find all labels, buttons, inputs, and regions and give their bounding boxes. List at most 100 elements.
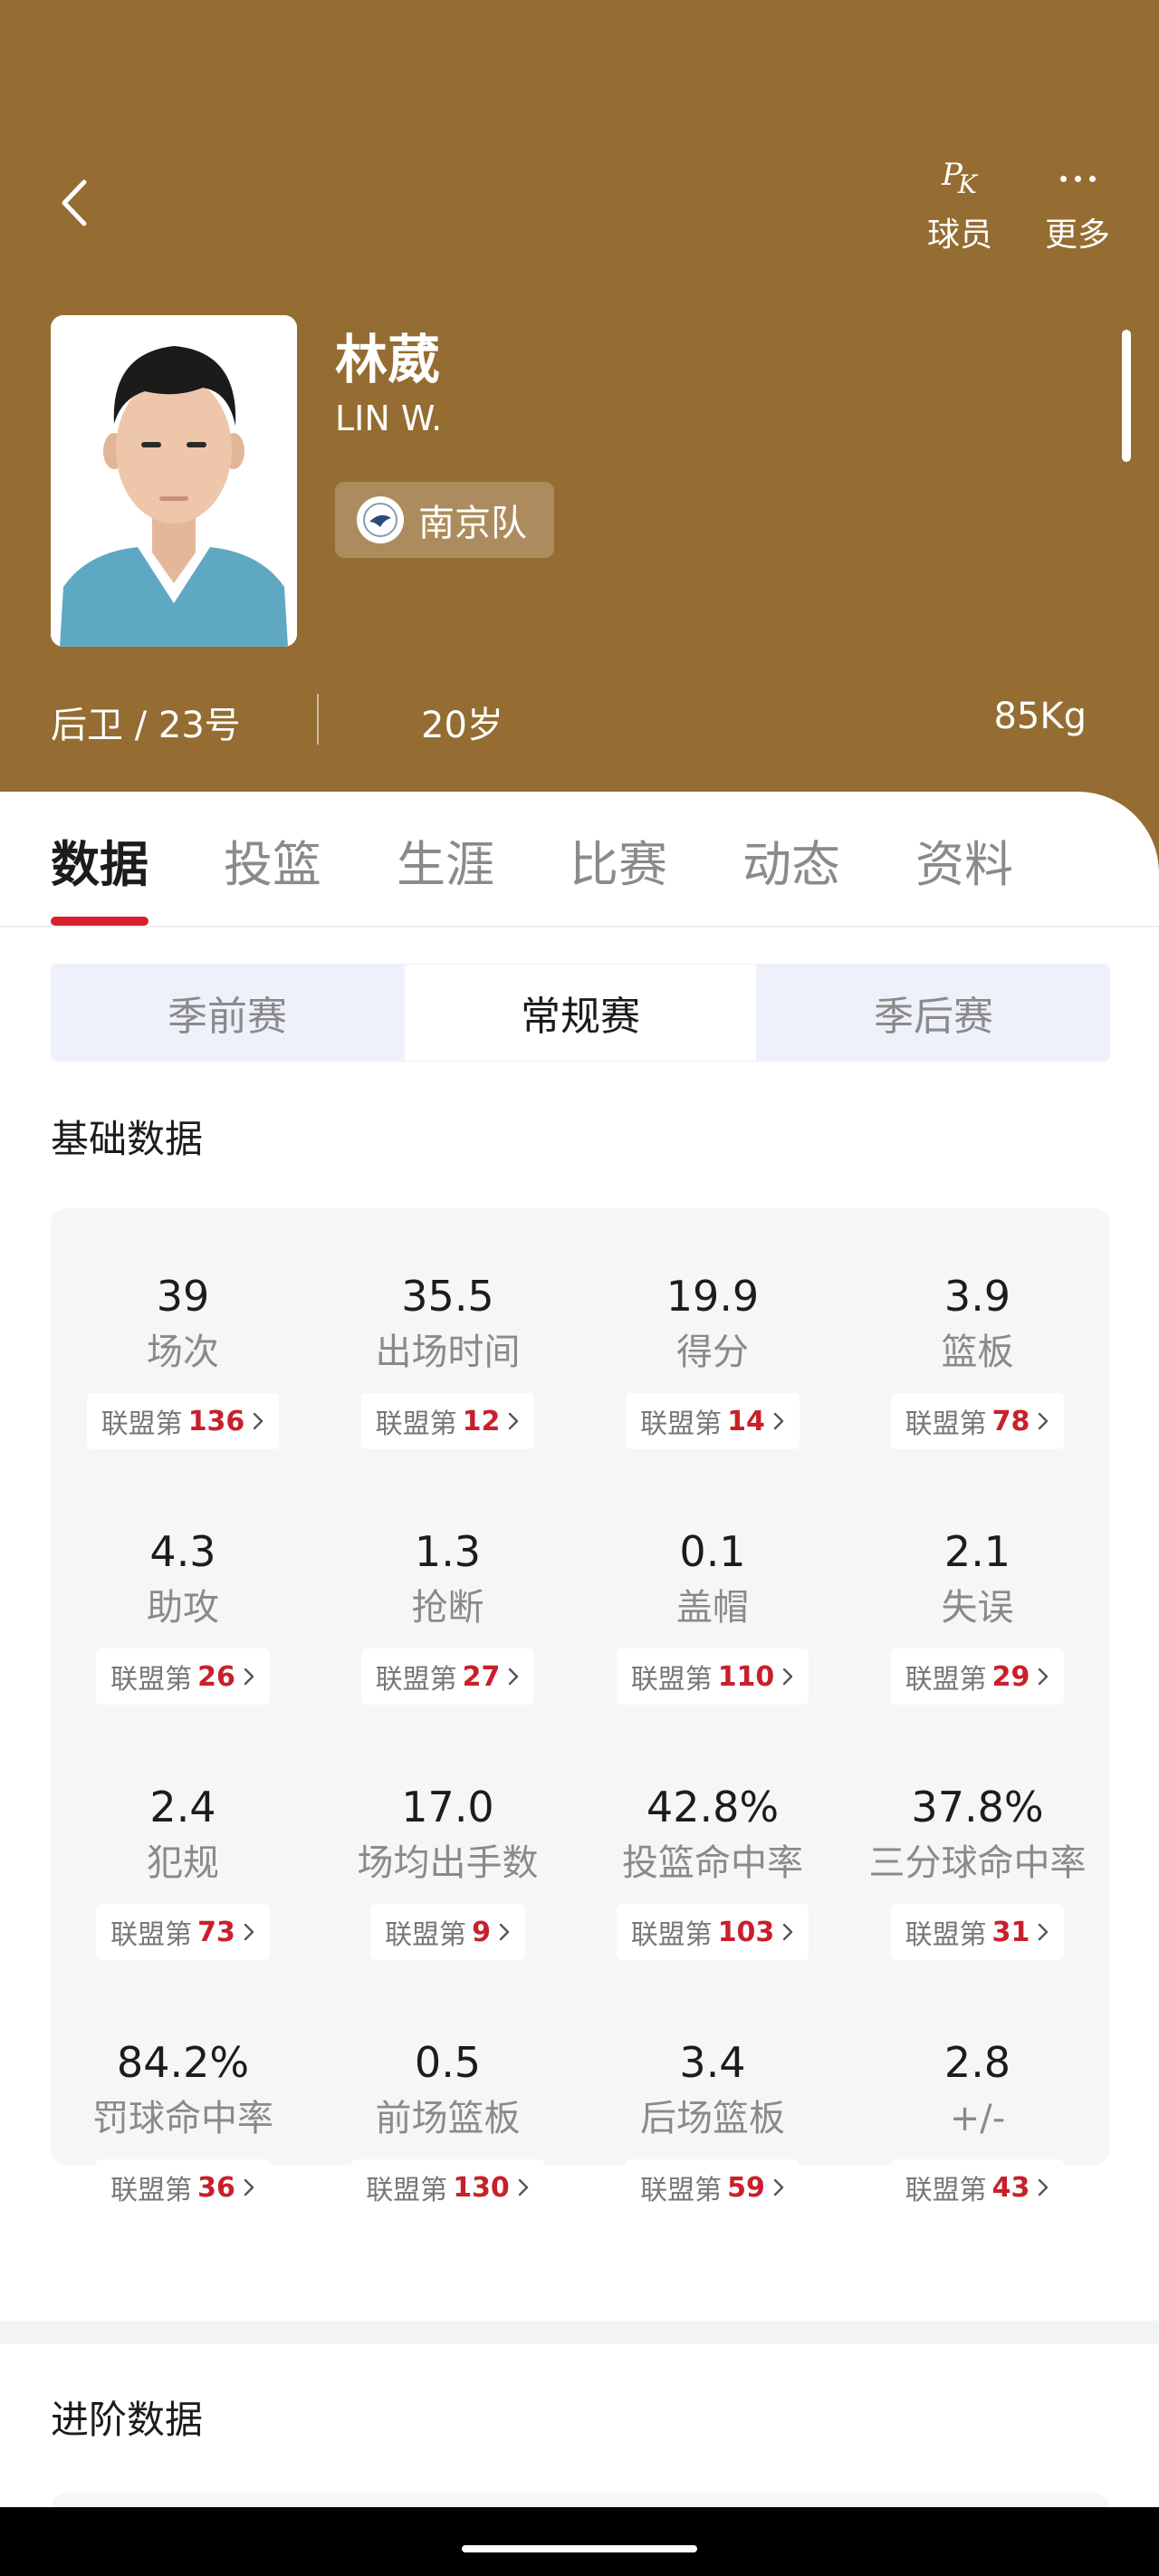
league-rank-number: 36 [197,2171,235,2204]
league-rank-prefix: 联盟第 [375,1664,457,1696]
stat-cell: 0.5 前场篮板联盟第 130 [316,2034,580,2216]
section-separator [0,2321,1159,2344]
stat-value: 0.5 [414,2038,482,2087]
league-rank-button[interactable]: 联盟第 29 [890,1648,1065,1705]
chevron-right-icon [783,1668,793,1686]
segment-preseason[interactable]: 季前赛 [51,964,404,1062]
stat-label: 三分球命中率 [868,1842,1087,1884]
basic-stats-title: 基础数据 [51,1117,204,1161]
league-rank-prefix: 联盟第 [110,1919,193,1951]
stat-value: 35.5 [401,1272,494,1321]
player-name-en: LIN W. [335,399,443,438]
stat-label: 篮板 [941,1331,1014,1373]
team-badge[interactable]: 南京队 [335,482,554,558]
stat-label: 场均出手数 [357,1842,539,1884]
stat-label: 出场时间 [375,1331,521,1373]
league-rank-button[interactable]: 联盟第 43 [890,2159,1065,2216]
stat-label: 前场篮板 [375,2098,521,2139]
league-rank-button[interactable]: 联盟第 73 [96,1904,270,1960]
stat-cell: 1.3 抢断 联盟第 27 [316,1523,580,1705]
stat-value: 84.2% [116,2038,250,2087]
player-avatar [51,315,297,647]
stat-label: 罚球命中率 [92,2098,273,2139]
stat-cell: 2.8 +/- 联盟第 43 [846,2034,1110,2216]
stat-label: 助攻 [147,1587,219,1629]
basic-stats-card: 39 场次 联盟第 136 35.5 出场时间 联盟第 12 19.9 得分 联盟第 14 3.9 篮板联… [51,1208,1110,2216]
player-weight: 85Kg [993,696,1087,737]
tab-data[interactable]: 数据 [51,824,148,896]
stat-cell: 2.4 犯规 联盟第 73 [51,1779,315,1960]
league-rank-button[interactable]: 联盟第 59 [626,2159,800,2216]
pk-label: 球员 [926,216,992,254]
stat-label: 抢断 [411,1587,484,1629]
league-rank-number: 78 [991,1405,1030,1437]
advanced-stats-title: 进阶数据 [51,2398,204,2442]
more-dots-icon [1059,175,1096,182]
league-rank-prefix: 联盟第 [110,2175,193,2206]
league-rank-prefix: 联盟第 [366,2175,448,2206]
league-rank-button[interactable]: 联盟第 27 [360,1648,535,1705]
league-rank-prefix: 联盟第 [905,1664,987,1696]
tab-career[interactable]: 生涯 [397,824,494,896]
league-rank-prefix: 联盟第 [385,1919,467,1951]
league-rank-button[interactable]: 联盟第 36 [96,2159,270,2216]
tab-news[interactable]: 动态 [742,824,840,896]
league-rank-button[interactable]: 联盟第 31 [890,1904,1065,1960]
league-rank-prefix: 联盟第 [375,1408,457,1440]
chevron-right-icon [518,2178,529,2196]
stat-cell: 4.3 助攻联盟第 26 [51,1523,315,1705]
league-rank-prefix: 联盟第 [905,2175,987,2206]
scroll-indicator [1122,330,1131,462]
chevron-right-icon [244,1668,254,1686]
season-type-selector: 季前赛 常规赛 季后赛 [51,964,1110,1062]
stat-cell: 3.4 后场篮板 联盟第 59 [580,2034,845,2216]
chevron-right-icon [509,1668,519,1686]
league-rank-button[interactable]: 联盟第 130 [351,2159,544,2216]
stat-cell: 3.9 篮板 联盟第 78 [846,1268,1110,1449]
player-age: 20岁 [421,705,503,746]
home-indicator[interactable] [462,2545,697,2552]
league-rank-number: 26 [197,1660,235,1693]
league-rank-number: 110 [717,1660,775,1693]
league-rank-button[interactable]: 联盟第 78 [890,1393,1065,1449]
league-rank-button[interactable]: 联盟第 9 [370,1904,525,1960]
stat-cell: 84.2% 罚球命中率联盟第 36 [51,2034,315,2216]
stat-cell: 35.5 出场时间联盟第 12 [316,1268,580,1449]
league-rank-button[interactable]: 联盟第 103 [616,1904,809,1960]
league-rank-prefix: 联盟第 [630,1664,713,1696]
league-rank-number: 12 [462,1405,501,1437]
more-button[interactable]: 更多 [1028,156,1127,255]
chevron-right-icon [773,1412,784,1430]
tab-profile[interactable]: 资料 [915,824,1013,896]
chevron-left-icon [62,179,87,226]
stat-value: 19.9 [666,1272,760,1321]
more-label: 更多 [1044,216,1110,254]
league-rank-button[interactable]: 联盟第 14 [626,1393,800,1449]
stat-label: 失误 [941,1587,1014,1629]
league-rank-button[interactable]: 联盟第 136 [86,1393,280,1449]
player-meta: 后卫 / 23号 20岁 85Kg [0,688,1159,752]
league-rank-prefix: 联盟第 [905,1408,987,1440]
stat-value: 4.3 [149,1527,216,1576]
league-rank-button[interactable]: 联盟第 26 [96,1648,270,1705]
tab-games[interactable]: 比赛 [570,824,667,896]
stat-value: 2.1 [943,1527,1011,1576]
tab-shooting[interactable]: 投篮 [224,824,321,896]
player-position: 后卫 / 23号 [51,705,241,746]
segment-playoffs[interactable]: 季后赛 [757,964,1110,1062]
stat-value: 39 [156,1272,210,1321]
stat-value: 17.0 [401,1783,494,1831]
stat-value: 0.1 [679,1527,746,1576]
league-rank-prefix: 联盟第 [905,1919,987,1951]
league-rank-prefix: 联盟第 [110,1664,193,1696]
league-rank-number: 43 [991,2171,1030,2204]
back-button[interactable] [53,174,96,232]
player-name: 林葳 [335,329,441,390]
chevron-right-icon [783,1923,793,1941]
segment-regular-season[interactable]: 常规赛 [404,964,757,1062]
team-name: 南京队 [418,503,527,544]
stat-cell: 37.8% 三分球命中率 联盟第 31 [846,1779,1110,1960]
pk-player-button[interactable]: PK 球员 [910,156,1010,255]
league-rank-button[interactable]: 联盟第 110 [616,1648,809,1705]
league-rank-button[interactable]: 联盟第 12 [360,1393,535,1449]
